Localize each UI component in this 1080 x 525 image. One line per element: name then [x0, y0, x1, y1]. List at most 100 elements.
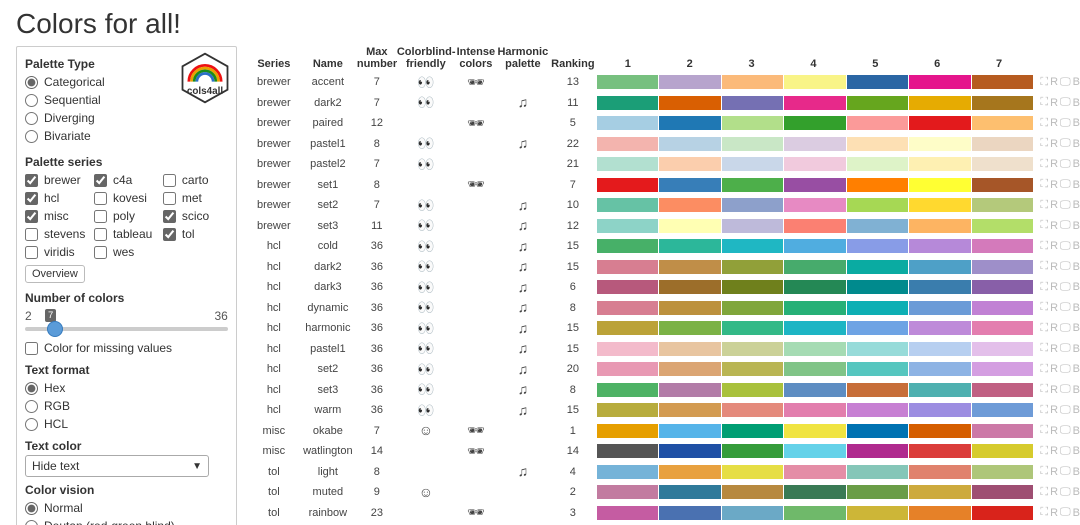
color-swatch[interactable]	[784, 465, 846, 479]
color-swatch[interactable]	[659, 506, 721, 520]
color-swatch[interactable]	[909, 280, 971, 294]
color-swatch[interactable]	[722, 424, 784, 438]
color-swatch[interactable]	[659, 157, 721, 171]
color-swatch[interactable]	[909, 506, 971, 520]
color-swatch[interactable]	[972, 403, 1034, 417]
series-check-viridis[interactable]: viridis	[25, 243, 90, 261]
color-swatch[interactable]	[597, 301, 659, 315]
color-swatch[interactable]	[784, 506, 846, 520]
color-swatch[interactable]	[784, 260, 846, 274]
color-swatch[interactable]	[597, 424, 659, 438]
color-swatch[interactable]	[784, 485, 846, 499]
row-control[interactable]: R	[1050, 466, 1058, 478]
num-colors-slider[interactable]: 2 36 7	[25, 309, 228, 337]
color-swatch[interactable]	[722, 321, 784, 335]
color-swatch[interactable]	[659, 137, 721, 151]
color-vision-0[interactable]: Normal	[25, 499, 228, 517]
color-swatch[interactable]	[597, 383, 659, 397]
color-swatch[interactable]	[909, 75, 971, 89]
color-swatch[interactable]	[972, 219, 1034, 233]
row-control[interactable]: R	[1050, 199, 1058, 211]
row-control[interactable]: ⛶	[1040, 445, 1048, 458]
row-control[interactable]: ⛶	[1040, 117, 1048, 130]
row-control[interactable]: R	[1050, 343, 1058, 355]
color-swatch[interactable]	[972, 198, 1034, 212]
row-control[interactable]: ⛶	[1040, 424, 1048, 437]
row-control[interactable]: B	[1073, 179, 1080, 191]
color-swatch[interactable]	[659, 96, 721, 110]
row-control[interactable]: 🖵	[1060, 383, 1071, 396]
row-control[interactable]: R	[1050, 261, 1058, 273]
row-control[interactable]: R	[1050, 281, 1058, 293]
row-control[interactable]: ⛶	[1040, 137, 1048, 150]
color-swatch[interactable]	[722, 301, 784, 315]
color-swatch[interactable]	[847, 116, 909, 130]
row-control[interactable]: ⛶	[1040, 96, 1048, 109]
color-swatch[interactable]	[847, 465, 909, 479]
color-swatch[interactable]	[597, 116, 659, 130]
color-swatch[interactable]	[722, 383, 784, 397]
row-control[interactable]: B	[1073, 240, 1080, 252]
color-swatch[interactable]	[722, 485, 784, 499]
color-swatch[interactable]	[597, 75, 659, 89]
color-vision-1[interactable]: Deutan (red-green blind)	[25, 517, 228, 525]
color-swatch[interactable]	[659, 219, 721, 233]
color-swatch[interactable]	[909, 219, 971, 233]
color-swatch[interactable]	[847, 178, 909, 192]
row-control[interactable]: ⛶	[1040, 506, 1048, 519]
color-swatch[interactable]	[722, 116, 784, 130]
color-swatch[interactable]	[597, 280, 659, 294]
row-control[interactable]: 🖵	[1060, 240, 1071, 253]
color-swatch[interactable]	[847, 321, 909, 335]
color-swatch[interactable]	[909, 403, 971, 417]
text-format-hex[interactable]: Hex	[25, 379, 228, 397]
color-swatch[interactable]	[659, 403, 721, 417]
row-control[interactable]: B	[1073, 363, 1080, 375]
color-swatch[interactable]	[722, 260, 784, 274]
series-check-wes[interactable]: wes	[94, 243, 159, 261]
color-swatch[interactable]	[972, 137, 1034, 151]
color-swatch[interactable]	[722, 137, 784, 151]
series-check-tol[interactable]: tol	[163, 225, 228, 243]
row-control[interactable]: ⛶	[1040, 383, 1048, 396]
color-swatch[interactable]	[909, 321, 971, 335]
row-control[interactable]: R	[1050, 97, 1058, 109]
row-control[interactable]: B	[1073, 97, 1080, 109]
color-swatch[interactable]	[597, 403, 659, 417]
row-control[interactable]: B	[1073, 158, 1080, 170]
color-swatch[interactable]	[847, 301, 909, 315]
series-check-brewer[interactable]: brewer	[25, 171, 90, 189]
color-swatch[interactable]	[659, 301, 721, 315]
row-control[interactable]: 🖵	[1060, 404, 1071, 417]
row-control[interactable]: ⛶	[1040, 240, 1048, 253]
color-swatch[interactable]	[972, 485, 1034, 499]
color-swatch[interactable]	[597, 198, 659, 212]
row-control[interactable]: B	[1073, 466, 1080, 478]
color-swatch[interactable]	[659, 116, 721, 130]
row-control[interactable]: B	[1073, 117, 1080, 129]
row-control[interactable]: ⛶	[1040, 363, 1048, 376]
color-swatch[interactable]	[597, 96, 659, 110]
series-check-stevens[interactable]: stevens	[25, 225, 90, 243]
row-control[interactable]: 🖵	[1060, 322, 1071, 335]
color-swatch[interactable]	[972, 116, 1034, 130]
color-swatch[interactable]	[784, 219, 846, 233]
color-swatch[interactable]	[972, 280, 1034, 294]
row-control[interactable]: 🖵	[1060, 506, 1071, 519]
row-control[interactable]: ⛶	[1040, 465, 1048, 478]
color-swatch[interactable]	[659, 383, 721, 397]
color-swatch[interactable]	[722, 444, 784, 458]
color-swatch[interactable]	[722, 96, 784, 110]
color-swatch[interactable]	[597, 321, 659, 335]
color-swatch[interactable]	[659, 280, 721, 294]
color-swatch[interactable]	[847, 383, 909, 397]
row-control[interactable]: R	[1050, 404, 1058, 416]
color-swatch[interactable]	[909, 96, 971, 110]
color-swatch[interactable]	[597, 444, 659, 458]
color-swatch[interactable]	[972, 260, 1034, 274]
color-swatch[interactable]	[597, 157, 659, 171]
color-swatch[interactable]	[784, 383, 846, 397]
row-control[interactable]: R	[1050, 425, 1058, 437]
color-swatch[interactable]	[972, 321, 1034, 335]
color-swatch[interactable]	[909, 362, 971, 376]
